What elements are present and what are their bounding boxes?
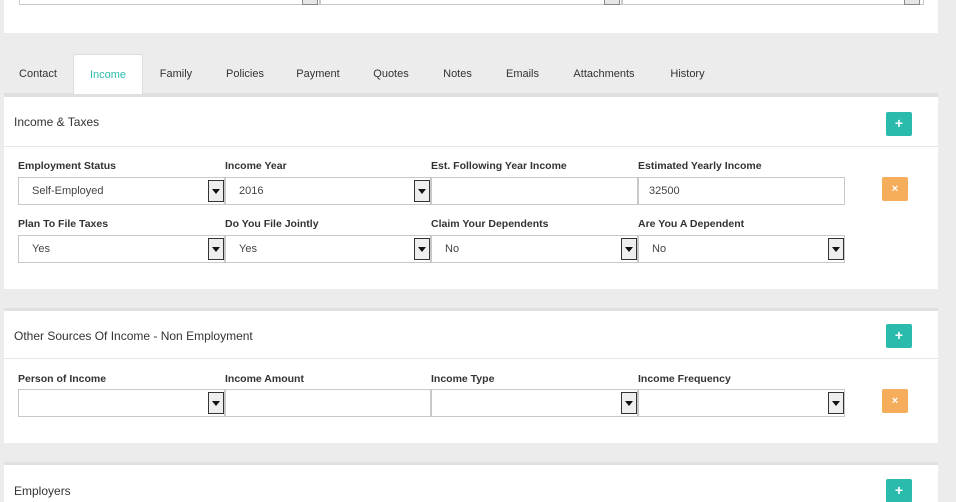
panel-title: Employers [14,484,71,498]
tab-quotes[interactable]: Quotes [355,54,427,94]
claim-dependents-select[interactable]: No [431,235,638,263]
income-year-value: 2016 [239,185,264,197]
employment-status-value: Self-Employed [32,185,104,197]
panel-header: Income & Taxes + [4,97,938,147]
income-year-label: Income Year [225,160,287,172]
top-select-3[interactable] [622,0,924,5]
chevron-down-icon[interactable] [621,392,637,414]
employment-status-select[interactable]: Self-Employed [18,177,225,205]
tab-payment[interactable]: Payment [282,54,354,94]
chevron-down-icon[interactable] [302,0,318,5]
top-select-1[interactable] [19,0,320,5]
chevron-down-icon[interactable] [414,238,430,260]
plan-file-value: Yes [32,243,50,255]
income-frequency-select[interactable] [638,389,845,417]
top-fields-card [4,0,938,33]
add-other-income-button[interactable]: + [886,324,912,348]
employment-status-label: Employment Status [18,160,117,172]
panel-header: Other Sources Of Income - Non Employment… [4,311,938,359]
tab-policies[interactable]: Policies [209,54,281,94]
chevron-down-icon[interactable] [414,180,430,202]
add-employer-button[interactable]: + [886,479,912,502]
tab-notes[interactable]: Notes [428,54,487,94]
income-year-select[interactable]: 2016 [225,177,431,205]
add-income-button[interactable]: + [886,112,912,136]
are-dependent-label: Are You A Dependent [638,218,745,230]
chevron-down-icon[interactable] [604,0,620,5]
tab-attachments[interactable]: Attachments [558,54,650,94]
chevron-down-icon[interactable] [904,0,920,5]
other-income-panel: Other Sources Of Income - Non Employment… [4,308,938,443]
chevron-down-icon[interactable] [208,238,224,260]
tab-income[interactable]: Income [73,54,143,95]
income-frequency-label: Income Frequency [638,373,731,385]
tab-history[interactable]: History [651,54,724,94]
chevron-down-icon[interactable] [828,392,844,414]
remove-other-income-button[interactable]: × [882,389,908,413]
claim-dependents-value: No [445,243,460,255]
claim-dependents-label: Claim Your Dependents [431,218,549,230]
employers-panel: Employers + [4,462,938,502]
plan-file-label: Plan To File Taxes [18,218,109,230]
tab-family[interactable]: Family [144,54,208,94]
chevron-down-icon[interactable] [208,392,224,414]
income-taxes-panel: Income & Taxes + Employment Status Self-… [4,94,938,289]
chevron-down-icon[interactable] [621,238,637,260]
panel-title: Income & Taxes [14,115,100,129]
file-jointly-value: Yes [239,243,257,255]
person-income-select[interactable] [18,389,225,417]
tab-bar: Contact Income Family Policies Payment Q… [4,54,938,95]
est-following-input[interactable] [431,177,638,205]
estimated-yearly-input[interactable]: 32500 [638,177,845,205]
chevron-down-icon[interactable] [828,238,844,260]
remove-income-button[interactable]: × [882,177,908,201]
tab-contact[interactable]: Contact [4,54,72,94]
income-type-label: Income Type [431,373,495,385]
chevron-down-icon[interactable] [208,180,224,202]
panel-title: Other Sources Of Income - Non Employment [14,329,253,343]
file-jointly-label: Do You File Jointly [225,218,319,230]
person-income-label: Person of Income [18,373,107,385]
income-amount-input[interactable] [225,389,431,417]
page: Contact Income Family Policies Payment Q… [0,0,956,502]
file-jointly-select[interactable]: Yes [225,235,431,263]
plan-file-select[interactable]: Yes [18,235,225,263]
are-dependent-select[interactable]: No [638,235,845,263]
income-type-select[interactable] [431,389,638,417]
tab-emails[interactable]: Emails [488,54,557,94]
income-amount-label: Income Amount [225,373,304,385]
estimated-yearly-label: Estimated Yearly Income [638,160,762,172]
top-select-2[interactable] [320,0,622,5]
are-dependent-value: No [652,243,667,255]
est-following-label: Est. Following Year Income [431,160,567,172]
